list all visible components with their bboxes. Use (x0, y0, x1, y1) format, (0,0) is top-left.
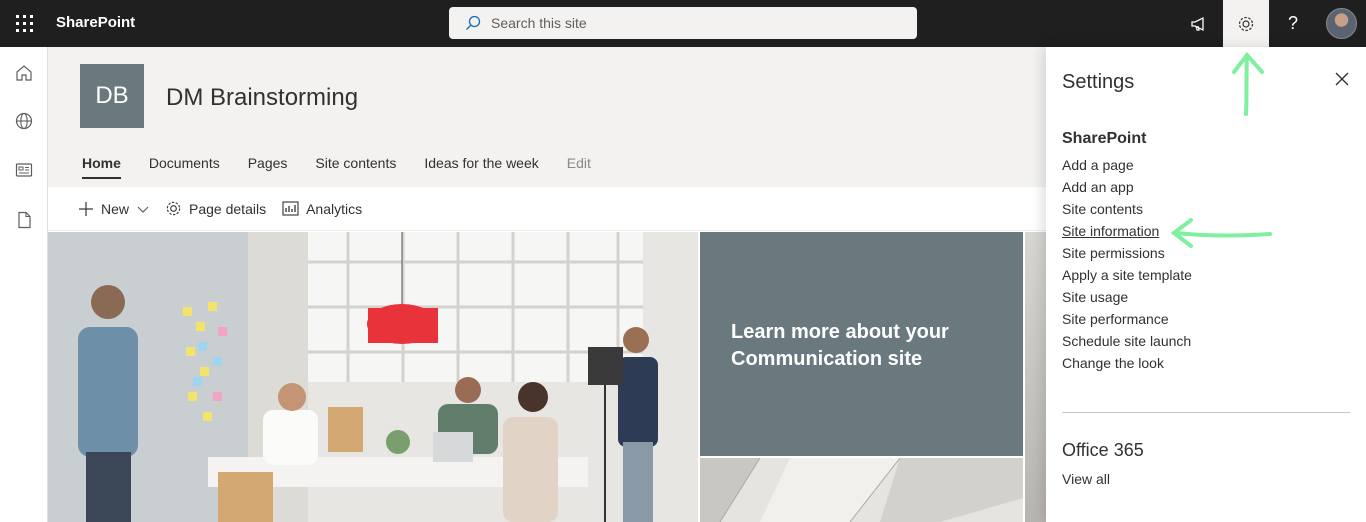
document-icon[interactable] (12, 208, 36, 232)
gear-icon[interactable] (1223, 0, 1269, 47)
new-label: New (101, 200, 130, 217)
link-site-contents[interactable]: Site contents (1062, 198, 1192, 220)
link-site-performance[interactable]: Site performance (1062, 308, 1192, 330)
view-all-link[interactable]: View all (1062, 471, 1110, 487)
link-add-an-app[interactable]: Add an app (1062, 176, 1192, 198)
hero-image[interactable] (48, 232, 698, 522)
sharepoint-section-title: SharePoint (1062, 130, 1147, 147)
site-title[interactable]: DM Brainstorming (166, 84, 358, 112)
nav-ideas-for-the-week[interactable]: Ideas for the week (424, 155, 538, 177)
command-bar: New Page details Analytics (48, 187, 1046, 231)
new-button[interactable]: New (78, 201, 149, 217)
analytics-button[interactable]: Analytics (282, 201, 362, 217)
waffle-icon[interactable] (0, 0, 48, 47)
avatar[interactable] (1326, 8, 1357, 39)
hero-tile-partial[interactable] (1025, 232, 1046, 522)
office365-section-title: Office 365 (1062, 440, 1144, 460)
link-schedule-site-launch[interactable]: Schedule site launch (1062, 330, 1192, 352)
site-nav: Home Documents Pages Site contents Ideas… (82, 155, 619, 179)
nav-edit[interactable]: Edit (567, 155, 591, 177)
page-details-button[interactable]: Page details (165, 200, 266, 217)
left-rail (0, 47, 48, 522)
settings-title: Settings (1062, 71, 1135, 93)
analytics-icon (282, 201, 299, 216)
hero-tile-text: Learn more about your Communication site (731, 321, 949, 370)
link-apply-site-template[interactable]: Apply a site template (1062, 264, 1192, 286)
settings-links: Add a page Add an app Site contents Site… (1062, 154, 1192, 374)
link-add-a-page[interactable]: Add a page (1062, 154, 1192, 176)
suite-bar: SharePoint ? (0, 0, 1366, 47)
news-icon[interactable] (12, 158, 36, 182)
home-icon[interactable] (12, 61, 36, 85)
link-site-information[interactable]: Site information (1062, 220, 1192, 242)
hero-tile-communication[interactable]: Learn more about your Communication site (700, 232, 1023, 456)
nav-home[interactable]: Home (82, 155, 121, 179)
globe-icon[interactable] (12, 109, 36, 133)
page-details-label: Page details (189, 200, 267, 217)
search-box[interactable] (449, 7, 917, 39)
nav-pages[interactable]: Pages (248, 155, 288, 177)
analytics-label: Analytics (306, 200, 363, 217)
search-icon (455, 7, 491, 39)
chevron-down-icon (137, 206, 149, 213)
plus-icon (79, 201, 93, 216)
close-icon[interactable] (1332, 69, 1352, 89)
divider (1062, 412, 1350, 413)
hero-tile-architecture[interactable] (700, 458, 1023, 522)
megaphone-icon[interactable] (1176, 0, 1222, 47)
search-input[interactable] (491, 15, 891, 31)
link-site-permissions[interactable]: Site permissions (1062, 242, 1192, 264)
settings-panel: Settings SharePoint Add a page Add an ap… (1046, 47, 1366, 522)
link-change-the-look[interactable]: Change the look (1062, 352, 1192, 374)
nav-documents[interactable]: Documents (149, 155, 220, 177)
help-icon[interactable]: ? (1270, 0, 1316, 47)
site-logo[interactable]: DB (80, 64, 144, 128)
nav-site-contents[interactable]: Site contents (315, 155, 396, 177)
site-header: DB DM Brainstorming Home Documents Pages… (48, 47, 1046, 187)
app-name[interactable]: SharePoint (56, 14, 135, 31)
link-site-usage[interactable]: Site usage (1062, 286, 1192, 308)
gear-icon (166, 201, 181, 216)
